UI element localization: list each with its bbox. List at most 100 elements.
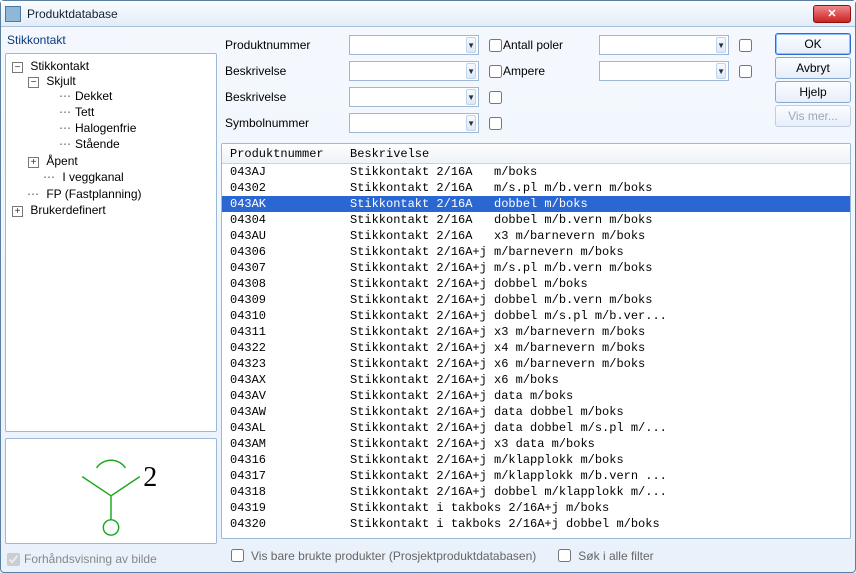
table-row[interactable]: 04310Stikkontakt 2/16A+j dobbel m/s.pl m…	[222, 308, 850, 324]
vis-bare-row[interactable]: Vis bare brukte produkter (Prosjektprodu…	[227, 546, 536, 565]
chevron-down-icon[interactable]: ▼	[716, 37, 726, 53]
window-title: Produktdatabase	[27, 7, 813, 21]
table-row[interactable]: 043AUStikkontakt 2/16A x3 m/barnevern m/…	[222, 228, 850, 244]
table-row[interactable]: 043ALStikkontakt 2/16A+j data dobbel m/s…	[222, 420, 850, 436]
table-row[interactable]: 04306Stikkontakt 2/16A+j m/barnevern m/b…	[222, 244, 850, 260]
cell-beskrivelse: Stikkontakt 2/16A+j m/klapplokk m/boks	[350, 453, 850, 467]
grid-header[interactable]: Produktnummer Beskrivelse	[222, 144, 850, 164]
app-icon	[5, 6, 21, 22]
cell-produktnummer: 04306	[230, 245, 350, 259]
tree-node-stikkontakt[interactable]: Stikkontakt	[30, 59, 89, 73]
ampere-combo[interactable]: ▼	[599, 61, 729, 81]
table-row[interactable]: 04319Stikkontakt i takboks 2/16A+j m/bok…	[222, 500, 850, 516]
tree-expand-icon[interactable]: +	[28, 157, 39, 168]
beskrivelse2-filter-check[interactable]	[489, 91, 502, 104]
tree-node-skjult[interactable]: Skjult	[46, 74, 75, 88]
tree-collapse-icon[interactable]: −	[12, 62, 23, 73]
tree-node-dekket[interactable]: Dekket	[75, 89, 112, 103]
preview-checkbox-row[interactable]: Forhåndsvisning av bilde	[5, 550, 217, 568]
beskrivelse2-combo[interactable]: ▼	[349, 87, 479, 107]
tree-node-iveggkanal[interactable]: I veggkanal	[62, 170, 123, 184]
table-row[interactable]: 04317Stikkontakt 2/16A+j m/klapplokk m/b…	[222, 468, 850, 484]
cell-beskrivelse: Stikkontakt 2/16A x3 m/barnevern m/boks	[350, 229, 850, 243]
sok-alle-checkbox[interactable]	[558, 549, 571, 562]
antallpoler-filter-check[interactable]	[739, 39, 752, 52]
antallpoler-combo[interactable]: ▼	[599, 35, 729, 55]
table-row[interactable]: 04322Stikkontakt 2/16A+j x4 m/barnevern …	[222, 340, 850, 356]
table-row[interactable]: 04323Stikkontakt 2/16A+j x6 m/barnevern …	[222, 356, 850, 372]
cell-produktnummer: 043AL	[230, 421, 350, 435]
ok-button[interactable]: OK	[775, 33, 851, 55]
symbolnummer-filter-check[interactable]	[489, 117, 502, 130]
cell-beskrivelse: Stikkontakt 2/16A+j x3 data m/boks	[350, 437, 850, 451]
chevron-down-icon[interactable]: ▼	[716, 63, 726, 79]
cell-produktnummer: 04323	[230, 357, 350, 371]
tree-node-apent[interactable]: Åpent	[46, 154, 77, 168]
chevron-down-icon[interactable]: ▼	[466, 63, 476, 79]
table-row[interactable]: 04307Stikkontakt 2/16A+j m/s.pl m/b.vern…	[222, 260, 850, 276]
cell-produktnummer: 04318	[230, 485, 350, 499]
col-header-produktnummer[interactable]: Produktnummer	[230, 147, 350, 161]
category-tree[interactable]: − Stikkontakt − Skjult ⋯Dekket ⋯Tett ⋯H	[8, 58, 214, 218]
tree-node-halogenfrie[interactable]: Halogenfrie	[75, 121, 136, 135]
antallpoler-input[interactable]	[557, 37, 716, 53]
ampere-filter-check[interactable]	[739, 65, 752, 78]
table-row[interactable]: 043AJStikkontakt 2/16A m/boks	[222, 164, 850, 180]
grid-body[interactable]: 043AJStikkontakt 2/16A m/boks04302Stikko…	[222, 164, 850, 538]
cell-produktnummer: 04320	[230, 517, 350, 531]
tree-node-brukerdef[interactable]: Brukerdefinert	[30, 203, 105, 217]
symbolnummer-combo[interactable]: ▼	[349, 113, 479, 133]
col-header-beskrivelse[interactable]: Beskrivelse	[350, 147, 850, 161]
close-icon: ✕	[827, 7, 836, 20]
cell-produktnummer: 04319	[230, 501, 350, 515]
close-button[interactable]: ✕	[813, 5, 851, 23]
avbryt-button[interactable]: Avbryt	[775, 57, 851, 79]
table-row[interactable]: 04304Stikkontakt 2/16A dobbel m/b.vern m…	[222, 212, 850, 228]
table-row[interactable]: 04311Stikkontakt 2/16A+j x3 m/barnevern …	[222, 324, 850, 340]
symbol-preview: 2	[5, 438, 217, 544]
table-row[interactable]: 04316Stikkontakt 2/16A+j m/klapplokk m/b…	[222, 452, 850, 468]
tree-node-fp[interactable]: FP (Fastplanning)	[46, 187, 141, 201]
vis-bare-checkbox[interactable]	[231, 549, 244, 562]
tree-node-staende[interactable]: Stående	[75, 137, 120, 151]
cell-produktnummer: 043AM	[230, 437, 350, 451]
sok-alle-row[interactable]: Søk i alle filter	[554, 546, 653, 565]
cell-beskrivelse: Stikkontakt 2/16A+j m/s.pl m/b.vern m/bo…	[350, 261, 850, 275]
table-row[interactable]: 04320Stikkontakt i takboks 2/16A+j dobbe…	[222, 516, 850, 532]
table-row[interactable]: 043AWStikkontakt 2/16A+j data dobbel m/b…	[222, 404, 850, 420]
chevron-down-icon[interactable]: ▼	[466, 89, 476, 105]
beskrivelse-filter-check[interactable]	[489, 65, 502, 78]
titlebar[interactable]: Produktdatabase ✕	[1, 1, 855, 27]
product-grid[interactable]: Produktnummer Beskrivelse 043AJStikkonta…	[221, 143, 851, 539]
table-row[interactable]: 043AMStikkontakt 2/16A+j x3 data m/boks	[222, 436, 850, 452]
produktnummer-filter-check[interactable]	[489, 39, 502, 52]
category-tree-panel: − Stikkontakt − Skjult ⋯Dekket ⋯Tett ⋯H	[5, 53, 217, 432]
produktnummer-input[interactable]	[307, 37, 466, 53]
cell-produktnummer: 043AK	[230, 197, 350, 211]
chevron-down-icon[interactable]: ▼	[466, 37, 476, 53]
chevron-down-icon[interactable]: ▼	[466, 115, 476, 131]
table-row[interactable]: 043AVStikkontakt 2/16A+j data m/boks	[222, 388, 850, 404]
cell-produktnummer: 04307	[230, 261, 350, 275]
table-row[interactable]: 043AKStikkontakt 2/16A dobbel m/boks	[222, 196, 850, 212]
tree-expand-icon[interactable]: +	[12, 206, 23, 217]
beskrivelse2-input[interactable]	[307, 89, 466, 105]
beskrivelse-combo[interactable]: ▼	[349, 61, 479, 81]
cell-beskrivelse: Stikkontakt 2/16A+j x6 m/boks	[350, 373, 850, 387]
category-heading: Stikkontakt	[5, 31, 217, 47]
cell-produktnummer: 043AV	[230, 389, 350, 403]
ampere-input[interactable]	[557, 63, 716, 79]
table-row[interactable]: 04309Stikkontakt 2/16A+j dobbel m/b.vern…	[222, 292, 850, 308]
table-row[interactable]: 043AXStikkontakt 2/16A+j x6 m/boks	[222, 372, 850, 388]
hjelp-button[interactable]: Hjelp	[775, 81, 851, 103]
table-row[interactable]: 04302Stikkontakt 2/16A m/s.pl m/b.vern m…	[222, 180, 850, 196]
symbolnummer-input[interactable]	[307, 115, 466, 131]
tree-collapse-icon[interactable]: −	[28, 77, 39, 88]
cell-beskrivelse: Stikkontakt i takboks 2/16A+j dobbel m/b…	[350, 517, 850, 531]
table-row[interactable]: 04318Stikkontakt 2/16A+j dobbel m/klappl…	[222, 484, 850, 500]
produktnummer-combo[interactable]: ▼	[349, 35, 479, 55]
beskrivelse-input[interactable]	[307, 63, 466, 79]
tree-node-tett[interactable]: Tett	[75, 105, 94, 119]
table-row[interactable]: 04308Stikkontakt 2/16A+j dobbel m/boks	[222, 276, 850, 292]
preview-checkbox[interactable]	[7, 553, 20, 566]
